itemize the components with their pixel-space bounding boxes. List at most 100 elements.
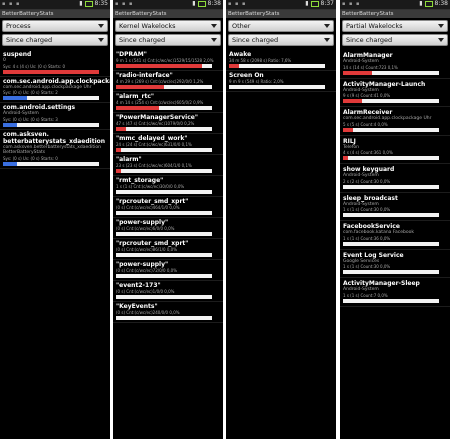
item-stats: 14 s (14 s) Count:723 0,1% [343, 64, 398, 70]
list-item[interactable]: com.android.settings Android-System Sys: (… [0, 103, 110, 130]
notification-icons: ▪ ▪ ▪ [228, 1, 247, 7]
stat-range-value: Since charged [6, 36, 53, 44]
usage-bar [3, 161, 99, 166]
list-item[interactable]: "event2-173" (0 s) Cnt:(c/wc/ec)1/0/0 0,0… [113, 281, 223, 302]
list-item[interactable]: "alarm" 23 s (23 s) Cnt:(c/wc/ec)604/1/0 … [113, 155, 223, 176]
usage-bar [343, 298, 439, 303]
stat-range-dropdown[interactable]: Since charged [228, 34, 334, 46]
list-item[interactable]: ActivityManager-Launch Android-System 9 s … [340, 79, 450, 107]
item-stats: 1 s (1 s) Count:30 0,0% [343, 264, 391, 269]
list-item[interactable]: suspend 0 Sys: 4 s (4 s) Us: (0 s) Starts:… [0, 50, 110, 77]
list-item[interactable]: "PowerManagerService" 47 s (47 s) Cnt:(c/… [113, 113, 223, 134]
usage-bar [116, 274, 212, 278]
usage-bar [116, 253, 212, 257]
list-item[interactable]: "radio-interface" 4 m 29 s (269 s) Cnt:(c… [113, 71, 223, 92]
status-bar: ▪ ▪ ▪ ▮ 8:38 [340, 0, 450, 10]
list-item[interactable]: FacebookService com.facebook.katana Faceb… [340, 221, 450, 250]
usage-bar [116, 85, 212, 89]
notification-icons: ▪ ▪ ▪ [342, 1, 361, 7]
list-item[interactable]: "rpcrouter_smd_xprt" (0 s) Cnt:(c/wc/ec)8… [113, 239, 223, 260]
screen-process: ▪ ▪ ▪ ▮ 8:35 BetterBatteryStats Process … [0, 0, 110, 439]
stat-range-dropdown[interactable]: Since charged [2, 34, 108, 46]
stat-range-dropdown[interactable]: Since charged [115, 34, 221, 46]
item-name: AlarmManager [343, 52, 393, 59]
item-name: ActivityManager-Launch [343, 80, 426, 88]
chevron-down-icon [324, 38, 330, 42]
stats-list: suspend 0 Sys: 4 s (4 s) Us: (0 s) Starts:… [0, 50, 110, 169]
list-item[interactable]: AlarmManager Android-System 14 s (14 s) Co… [340, 50, 450, 79]
list-item[interactable]: "power-supply" (0 s) Cnt:(c/wc/ec)6/0/0 0… [113, 218, 223, 239]
item-stats: 23 s (23 s) Cnt:(c/wc/ec)604/1/0 0,1% [116, 163, 192, 168]
list-item[interactable]: "alarm_rtc" 4 m 14 s (254 s) Cnt:(c/wc/ec… [113, 92, 223, 113]
item-stats: Sys: (0 s) Us: (0 s) Starts: 2 [3, 90, 58, 95]
status-bar: ▪ ▪ ▪ ▮ 8:37 [226, 0, 336, 10]
signal-icon: ▮ [419, 0, 423, 7]
item-name: com.sec.android.app.clockpackage [3, 77, 110, 85]
item-stats: 9 m 9 s (549 s) Ratio: 2,0% [229, 79, 284, 84]
item-name: "KeyEvents" [116, 303, 158, 310]
status-bar: ▪ ▪ ▪ ▮ 8:35 [0, 0, 110, 10]
item-stats: (0 s) Cnt:(c/wc/ec)86/1/0 0,0% [116, 247, 177, 252]
item-stats: 5 s (5 s) Count:4 0,0% [343, 121, 388, 127]
list-item[interactable]: "DPRAM" 9 m 1 s (541 s) Cnt:(c/wc/ec)1529… [113, 50, 223, 71]
list-item[interactable]: Screen On 9 m 9 s (549 s) Ratio: 2,0% [226, 71, 336, 92]
stat-type-dropdown[interactable]: Partial Wakelocks [342, 20, 448, 32]
list-item[interactable]: Event Log Service Google Services 1 s (1 s… [340, 250, 450, 278]
item-name: "mmc_delayed_work" [116, 135, 188, 142]
item-stats: 1 s (1 s) Cnt:(c/wc/ec)30/0/0 0,0% [116, 184, 185, 189]
item-name: "alarm" [116, 156, 142, 163]
list-item[interactable]: "rmt_storage" 1 s (1 s) Cnt:(c/wc/ec)30/0… [113, 176, 223, 197]
stat-type-dropdown[interactable]: Kernel Wakelocks [115, 20, 221, 32]
list-item[interactable]: Awake 34 m 58 s (2098 s) Ratio: 7,6% [226, 50, 336, 71]
list-item[interactable]: "power-supply" (0 s) Cnt:(c/wc/ec)72/0/0 … [113, 260, 223, 281]
usage-bar [116, 316, 212, 320]
item-name: Screen On [229, 72, 264, 79]
chevron-down-icon [211, 38, 217, 42]
item-stats: (0 s) Cnt:(c/wc/ec)1/0/0 0,0% [116, 289, 175, 294]
status-time: 8:35 [94, 0, 108, 7]
list-item[interactable]: "mmc_delayed_work" 24 s (24 s) Cnt:(c/wc/… [113, 134, 223, 155]
list-item[interactable]: AlarmReceiver com.sec.android.app.clockpa… [340, 107, 450, 136]
item-stats: 1 s (1 s) Count:30 0,0% [343, 207, 391, 212]
stat-type-dropdown[interactable]: Other [228, 20, 334, 32]
stat-type-value: Process [6, 22, 31, 30]
list-item[interactable]: RILJ Telefon 4 s (4 s) Count:361 0,0% [340, 136, 450, 164]
app-title: BetterBatteryStats [340, 10, 450, 18]
status-right: ▮ 8:37 [305, 0, 334, 7]
usage-bar [116, 232, 212, 236]
item-name: "rpcrouter_smd_xprt" [116, 198, 189, 205]
stats-list: Awake 34 m 58 s (2098 s) Ratio: 7,6% Scree… [226, 50, 336, 92]
item-name: AlarmReceiver [343, 109, 393, 116]
usage-bar-fill [343, 70, 372, 75]
item-subtitle: com.sec.android.app.clockpackage Uhr [343, 116, 432, 121]
usage-bar-fill [3, 122, 18, 127]
list-item[interactable]: sleep_broadcast Android-System 1 s (1 s) C… [340, 193, 450, 221]
signal-icon: ▮ [79, 0, 83, 7]
usage-bar-fill [229, 64, 239, 68]
list-item[interactable]: com.sec.android.app.clockpackage com.sec.… [0, 77, 110, 103]
item-stats: 1 s (1 s) Count:7 0,0% [343, 292, 388, 298]
usage-bar-fill [3, 96, 27, 100]
notification-icons: ▪ ▪ ▪ [115, 1, 134, 7]
item-subtitle: com.asksven.betterbatterystats_xdaeditio… [3, 144, 102, 156]
list-item[interactable]: com.asksven. betterbatterystats_xdaediti… [0, 130, 110, 169]
status-time: 8:38 [207, 0, 221, 7]
usage-bar-fill [343, 156, 348, 160]
stat-range-value: Since charged [119, 36, 166, 44]
usage-bar [116, 64, 212, 68]
stat-range-dropdown[interactable]: Since charged [342, 34, 448, 46]
usage-bar-fill [116, 127, 126, 131]
stat-range-value: Since charged [232, 36, 279, 44]
list-item[interactable]: ActivityManager-Sleep Android-System 1 s (… [340, 278, 450, 307]
usage-bar [116, 211, 212, 215]
item-stats: 47 s (47 s) Cnt:(c/wc/ec)1079/0/0 0,2% [116, 121, 195, 126]
status-right: ▮ 8:35 [79, 0, 108, 7]
list-item[interactable]: "rpcrouter_smd_xprt" (0 s) Cnt:(c/wc/ec)4… [113, 197, 223, 218]
item-name: "alarm_rtc" [116, 93, 155, 100]
item-stats: (0 s) Cnt:(c/wc/ec)464/1/0 0,0% [116, 205, 180, 210]
usage-bar [3, 96, 99, 100]
usage-bar [116, 148, 212, 152]
list-item[interactable]: "KeyEvents" (0 s) Cnt:(c/wc/ec)240/0/0 0,… [113, 302, 223, 323]
list-item[interactable]: show keyguard Android-System 2 s (2 s) Cou… [340, 164, 450, 193]
stat-type-dropdown[interactable]: Process [2, 20, 108, 32]
